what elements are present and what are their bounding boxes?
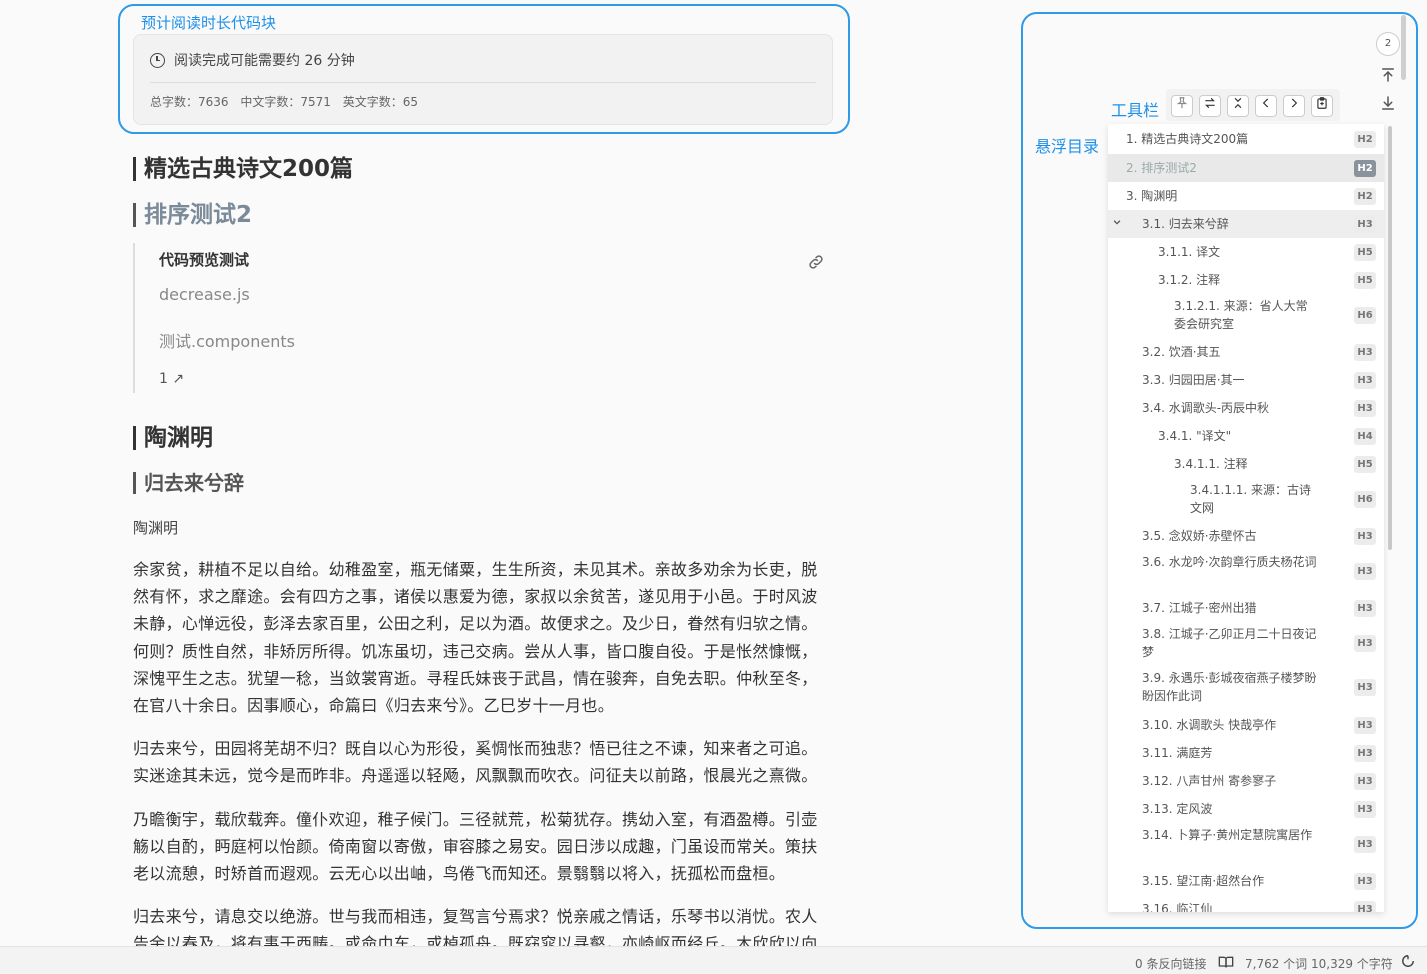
swap-icon[interactable]	[1199, 95, 1221, 117]
toc-item[interactable]: 3.4.1. "译文" H4	[1108, 422, 1384, 450]
toc-item[interactable]: 3.14. 卜算子·黄州定慧院寓居作 H3	[1108, 823, 1384, 867]
collapse-icon[interactable]	[1227, 95, 1249, 117]
toc-item[interactable]: 3.6. 水龙吟·次韵章行质夫杨花词 H3	[1108, 550, 1384, 594]
toc-item[interactable]: 3.4. 水调歌头-丙辰中秋 H3	[1108, 394, 1384, 422]
floating-outline-panel: 1. 精选古典诗文200篇 H2 2. 排序测试2 H2 3. 陶渊明 H2 3…	[1108, 124, 1384, 912]
chinese-words: 中文字数：7571	[240, 95, 331, 109]
toc-item[interactable]: 3.1.1. 译文 H5	[1108, 238, 1384, 266]
book-icon[interactable]	[1218, 955, 1234, 969]
toolbar-annotation-label: 工具栏	[1111, 101, 1160, 120]
toc-item[interactable]: 3.11. 满庭芳 H3	[1108, 739, 1384, 767]
reading-time-annotation-label: 预计阅读时长代码块	[141, 14, 277, 32]
code-preview-file-decrease[interactable]: decrease.js	[159, 285, 250, 304]
word-stats: 总字数：7636 中文字数：7571 英文字数：65	[150, 93, 426, 110]
char-count: 10,329 个字符	[1311, 957, 1393, 971]
code-preview-title: 代码预览测试	[159, 251, 250, 269]
toc-item[interactable]: 3.8. 江城子·乙卯正月二十日夜记梦 H3	[1108, 622, 1384, 666]
prev-icon[interactable]	[1255, 95, 1277, 117]
toc-item[interactable]: 3.9. 永遇乐·彭城夜宿燕子楼梦盼盼因作此词 H3	[1108, 666, 1384, 710]
toc-item[interactable]: 3.15. 望江南·超然台作 H3	[1108, 867, 1384, 895]
outline-toolbar	[1166, 89, 1340, 121]
toc-item[interactable]: 3.2. 饮酒·其五 H3	[1108, 338, 1384, 366]
outline-annotation-label: 悬浮目录	[1035, 137, 1100, 156]
heading-sort-test: 排序测试2	[133, 203, 252, 227]
toc-item[interactable]: 3.12. 八声甘州 寄参寥子 H3	[1108, 767, 1384, 795]
clipboard-icon[interactable]	[1311, 95, 1333, 117]
toc-item[interactable]: 3.16. 临江仙 H3	[1108, 895, 1384, 912]
backlink-count-button[interactable]: 2	[1376, 32, 1400, 56]
outline-scrollbar[interactable]	[1388, 126, 1392, 550]
toc-item[interactable]: 3.3. 归园田居·其一 H3	[1108, 366, 1384, 394]
heading-tao-yuanming: 陶渊明	[133, 426, 213, 450]
clock-icon	[150, 52, 165, 68]
status-bar: 0 条反向链接 7,762 个词 10,329 个字符	[0, 946, 1427, 974]
paragraph-3: 归去来兮，请息交以绝游。世与我而相违，复驾言兮焉求？悦亲戚之情话，乐琴书以消忧。…	[133, 907, 818, 946]
app-window: 预计阅读时长代码块 工具栏 悬浮目录 阅读完成可能需要约 26 分钟 总字数：7…	[0, 0, 1427, 974]
toc-item[interactable]: 3. 陶渊明 H2	[1108, 182, 1384, 210]
code-preview-count[interactable]: 1 ↗	[159, 371, 184, 387]
toc-item[interactable]: 1. 精选古典诗文200篇 H2	[1108, 126, 1384, 152]
toc-item[interactable]: 3.1.2.1. 来源：省人大常委会研究室 H6	[1108, 294, 1384, 338]
page-scrollbar[interactable]	[1401, 15, 1406, 80]
toc-item[interactable]: 3.7. 江城子·密州出猎 H3	[1108, 594, 1384, 622]
paragraph-1: 归去来兮，田园将芜胡不归？既自以心为形役，奚惆怅而独悲？悟已往之不谏，知来者之可…	[133, 739, 818, 786]
toc-item[interactable]: 3.13. 定风波 H3	[1108, 795, 1384, 823]
pin-icon[interactable]	[1171, 95, 1193, 117]
word-count: 7,762 个词	[1245, 957, 1308, 971]
next-icon[interactable]	[1283, 95, 1305, 117]
heading-gui-qu-lai-xi: 归去来兮辞	[133, 472, 244, 494]
backlinks-count[interactable]: 0 条反向链接	[1135, 955, 1206, 972]
paragraph-preface: 余家贫，耕植不足以自给。幼稚盈室，瓶无储粟，生生所资，未见其术。亲故多劝余为长吏…	[133, 560, 818, 716]
reading-time-text: 阅读完成可能需要约 26 分钟	[174, 53, 355, 69]
toc-item[interactable]: 3.10. 水调歌头 快哉亭作 H3	[1108, 711, 1384, 739]
chevron-down-icon[interactable]	[1112, 217, 1122, 230]
toc-item[interactable]: 3.4.1.1. 注释 H5	[1108, 450, 1384, 478]
scroll-top-icon[interactable]	[1379, 66, 1397, 84]
author-line: 陶渊明	[133, 519, 179, 537]
total-words: 总字数：7636	[150, 95, 229, 109]
sync-icon[interactable]	[1401, 954, 1415, 968]
toc-item[interactable]: 3.1.2. 注释 H5	[1108, 266, 1384, 294]
reading-time-card: 阅读完成可能需要约 26 分钟 总字数：7636 中文字数：7571 英文字数：…	[133, 34, 833, 125]
toc-item-expanded[interactable]: 3.1. 归去来兮辞 H3	[1108, 210, 1384, 238]
scroll-bottom-icon[interactable]	[1379, 94, 1397, 112]
code-preview-file-components[interactable]: 测试.components	[159, 328, 295, 352]
code-preview-block: 代码预览测试 decrease.js 测试.components 1 ↗	[133, 243, 833, 393]
english-words: 英文字数：65	[342, 95, 419, 109]
toc-item[interactable]: 3.4.1.1.1. 来源：古诗文网 H6	[1108, 478, 1384, 522]
toc-item[interactable]: 3.5. 念奴娇·赤壁怀古 H3	[1108, 522, 1384, 550]
heading-selected-poems: 精选古典诗文200篇	[133, 157, 353, 181]
toc-item-active[interactable]: 2. 排序测试2 H2	[1108, 154, 1384, 182]
paragraph-2: 乃瞻衡宇，载欣载奔。僮仆欢迎，稚子候门。三径就荒，松菊犹存。携幼入室，有酒盈樽。…	[133, 810, 818, 884]
link-icon[interactable]	[807, 253, 825, 271]
divider	[150, 82, 816, 83]
